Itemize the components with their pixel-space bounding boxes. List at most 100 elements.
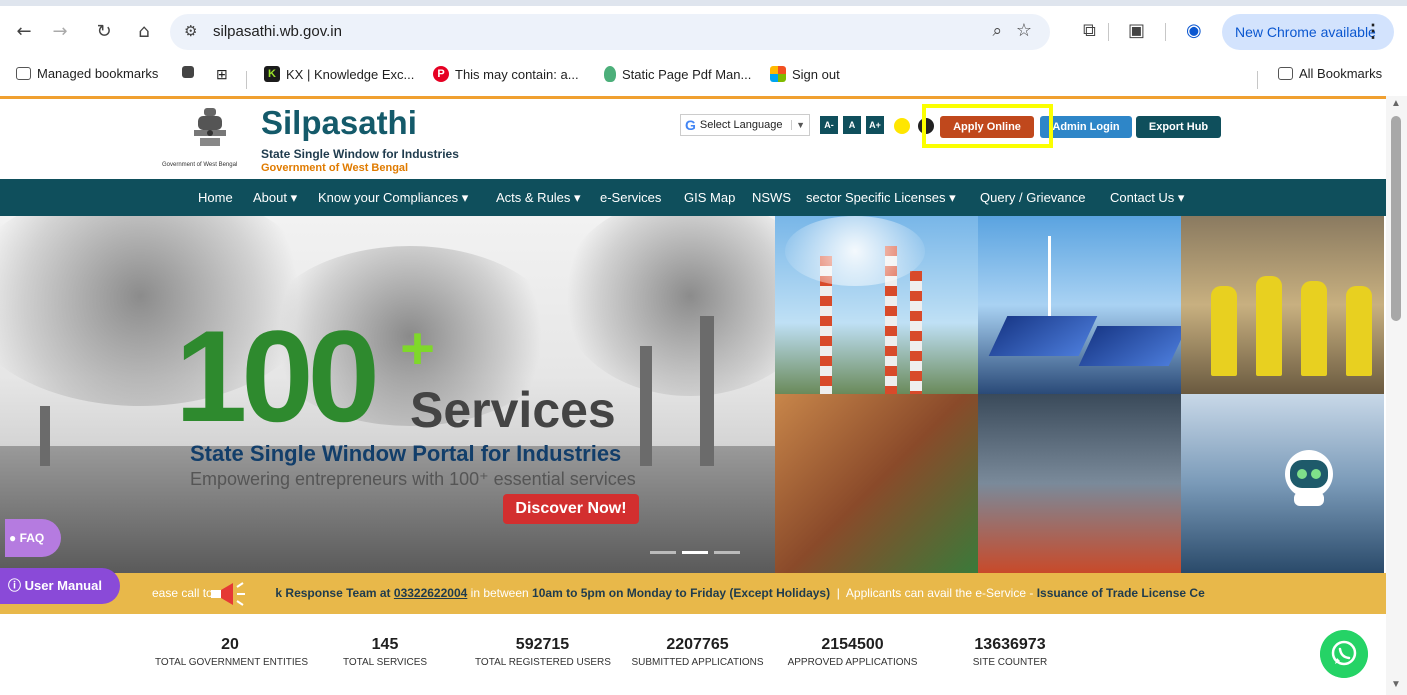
stat-total-services: 145 TOTAL SERVICES xyxy=(335,636,435,668)
stat-label: TOTAL GOVERNMENT ENTITIES xyxy=(155,657,308,668)
app-square-icon xyxy=(182,66,194,78)
user-manual-button[interactable]: ⓘ User Manual xyxy=(0,568,120,604)
stat-label: SUBMITTED APPLICATIONS xyxy=(631,657,764,668)
whatsapp-icon[interactable] xyxy=(1320,630,1368,678)
image-solar-wind xyxy=(978,216,1181,394)
faq-button[interactable]: ● FAQ xyxy=(5,519,61,557)
ticker-text: ease call to k Response Team at 03322622… xyxy=(152,586,1205,600)
stat-label: TOTAL REGISTERED USERS xyxy=(475,657,611,668)
wind-turbine-shape xyxy=(1048,236,1051,326)
bookmark-app-square[interactable] xyxy=(182,66,194,78)
stat-approved-applications: 2154500 APPROVED APPLICATIONS xyxy=(785,636,920,668)
hero-number: 100 xyxy=(175,303,380,449)
site-subtitle: State Single Window for Industries xyxy=(261,147,459,161)
solar-panel-shape xyxy=(1078,326,1181,366)
font-increase-button[interactable]: A+ xyxy=(866,116,884,134)
steam-cloud xyxy=(785,216,925,286)
folder-icon xyxy=(1278,67,1293,80)
nav-home[interactable]: Home xyxy=(198,190,233,205)
page-top-accent xyxy=(0,96,1386,99)
new-chrome-button[interactable]: New Chrome available ⋮ xyxy=(1222,14,1394,50)
bookmark-managed[interactable]: Managed bookmarks xyxy=(16,66,158,81)
stat-government-entities: 20 TOTAL GOVERNMENT ENTITIES xyxy=(155,636,308,668)
ticker-tail: Applicants can avail the e-Service - xyxy=(845,586,1034,600)
nav-about[interactable]: About ▾ xyxy=(253,190,297,206)
site-title[interactable]: Silpasathi xyxy=(261,104,417,142)
worker-figure xyxy=(1211,286,1237,376)
stat-value: 145 xyxy=(371,636,399,653)
chimney-shape xyxy=(910,271,922,394)
stat-value: 13636973 xyxy=(974,636,1046,653)
nav-acts-rules[interactable]: Acts & Rules ▾ xyxy=(496,190,581,206)
nav-gis-map[interactable]: GIS Map xyxy=(684,190,735,205)
slider-dot[interactable] xyxy=(650,551,676,554)
highlight-box xyxy=(922,104,1053,148)
scroll-down-icon[interactable]: ▼ xyxy=(1391,679,1401,690)
bookmark-label: Managed bookmarks xyxy=(37,66,159,81)
tab-strip-edge xyxy=(0,0,1407,6)
export-hub-button[interactable]: Export Hub xyxy=(1136,116,1221,138)
stat-label: TOTAL SERVICES xyxy=(342,657,428,668)
bookmark-sign-out[interactable]: Sign out xyxy=(770,66,840,82)
toolbar-separator xyxy=(1108,23,1109,41)
menu-icon[interactable]: ⋮ xyxy=(1364,21,1382,42)
dropdown-arrow-icon: ▼ xyxy=(791,120,809,130)
stat-label: APPROVED APPLICATIONS xyxy=(787,657,918,668)
site-info-icon[interactable]: ⚙ xyxy=(184,22,197,40)
language-select[interactable]: G Select Language ▼ xyxy=(680,114,810,136)
slider-dot[interactable] xyxy=(714,551,740,554)
ticker-phone-link[interactable]: 03322622004 xyxy=(394,586,467,600)
zoom-icon[interactable]: ⌕ xyxy=(992,21,1002,41)
nav-compliances[interactable]: Know your Compliances ▾ xyxy=(318,190,468,206)
stat-submitted-applications: 2207765 SUBMITTED APPLICATIONS xyxy=(630,636,765,668)
info-icon: ⓘ xyxy=(8,578,22,593)
all-bookmarks[interactable]: All Bookmarks xyxy=(1278,66,1382,81)
help-icon: ● xyxy=(9,531,17,545)
bookmark-separator xyxy=(1257,71,1258,89)
chimney-silhouette xyxy=(700,316,714,466)
font-decrease-button[interactable]: A- xyxy=(820,116,838,134)
scroll-up-icon[interactable]: ▲ xyxy=(1391,98,1401,109)
home-icon[interactable]: ⌂ xyxy=(132,20,156,44)
address-bar[interactable]: ⚙ silpasathi.wb.gov.in ⌕ ☆ xyxy=(170,14,1050,50)
reload-icon[interactable]: ↻ xyxy=(92,20,116,44)
image-factory-chimneys xyxy=(775,216,978,394)
extensions-icon[interactable]: ⧉ xyxy=(1083,20,1096,41)
bookmark-separator xyxy=(246,71,247,89)
stat-value: 592715 xyxy=(515,636,570,653)
profile-icon[interactable]: ◉ xyxy=(1186,20,1202,41)
chatbot-icon[interactable] xyxy=(1280,448,1338,510)
nav-query-grievance[interactable]: Query / Grievance xyxy=(980,190,1086,205)
hero-services-word: Services xyxy=(410,382,616,438)
side-panel-icon[interactable]: ▣ xyxy=(1128,20,1145,41)
stat-label: SITE COUNTER xyxy=(972,657,1048,668)
page-scrollbar[interactable]: ▲ ▼ xyxy=(1386,96,1407,695)
chimney-silhouette xyxy=(40,406,50,466)
slider-dot-active[interactable] xyxy=(682,551,708,554)
bookmark-pinterest[interactable]: P This may contain: a... xyxy=(433,66,579,82)
hero-plus: + xyxy=(400,315,436,382)
kx-logo-icon: K xyxy=(264,66,280,82)
scroll-thumb[interactable] xyxy=(1391,116,1401,321)
back-icon[interactable]: ← xyxy=(12,20,36,44)
bookmark-apps-grid[interactable]: ⊞ xyxy=(216,66,228,83)
forward-icon[interactable]: → xyxy=(48,20,72,44)
discover-now-button[interactable]: Discover Now! xyxy=(503,494,639,524)
theme-yellow-toggle[interactable] xyxy=(894,118,910,134)
admin-login-button[interactable]: Admin Login xyxy=(1040,116,1132,138)
ticker-mid: in between xyxy=(470,586,529,600)
nav-contact-us[interactable]: Contact Us ▾ xyxy=(1110,190,1184,206)
microsoft-icon xyxy=(770,66,786,82)
nav-e-services[interactable]: e-Services xyxy=(600,190,661,205)
nav-nsws[interactable]: NSWS xyxy=(752,190,791,205)
ticker-hours: 10am to 5pm on Monday to Friday (Except … xyxy=(532,586,831,600)
user-manual-label: User Manual xyxy=(24,578,102,593)
bookmark-kx[interactable]: K KX | Knowledge Exc... xyxy=(264,66,414,82)
stat-registered-users: 592715 TOTAL REGISTERED USERS xyxy=(475,636,611,668)
bookmark-static-page[interactable]: Static Page Pdf Man... xyxy=(604,66,751,82)
ticker-lead: ease call to xyxy=(152,586,213,600)
image-boiler xyxy=(978,394,1181,573)
nav-sector-licenses[interactable]: sector Specific Licenses ▾ xyxy=(806,190,956,206)
font-normal-button[interactable]: A xyxy=(843,116,861,134)
bookmark-star-icon[interactable]: ☆ xyxy=(1016,20,1032,41)
